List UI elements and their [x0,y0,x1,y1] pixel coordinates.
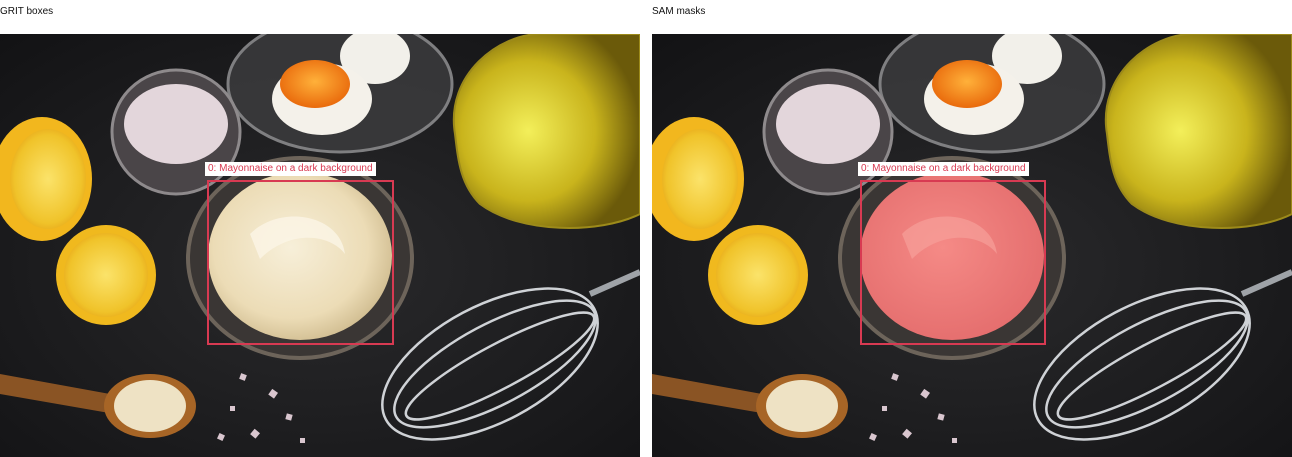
olive-oil-jug [1104,34,1292,229]
salt-pile [776,84,880,164]
panel-title-right: SAM masks [652,6,706,17]
grit-boxes-photo: 0: Mayonnaise on a dark background [0,34,640,457]
salt-pile [124,84,228,164]
egg-yolk [932,60,1002,108]
olive-oil-jug [452,34,640,229]
detection-box [207,180,394,345]
detection-label: 0: Mayonnaise on a dark background [205,162,376,176]
sam-masks-photo: 0: Mayonnaise on a dark background [652,34,1292,457]
detection-box [860,180,1046,345]
detection-label: 0: Mayonnaise on a dark background [858,162,1029,176]
panel-title-left: GRIT boxes [0,6,54,17]
egg-yolk [280,60,350,108]
